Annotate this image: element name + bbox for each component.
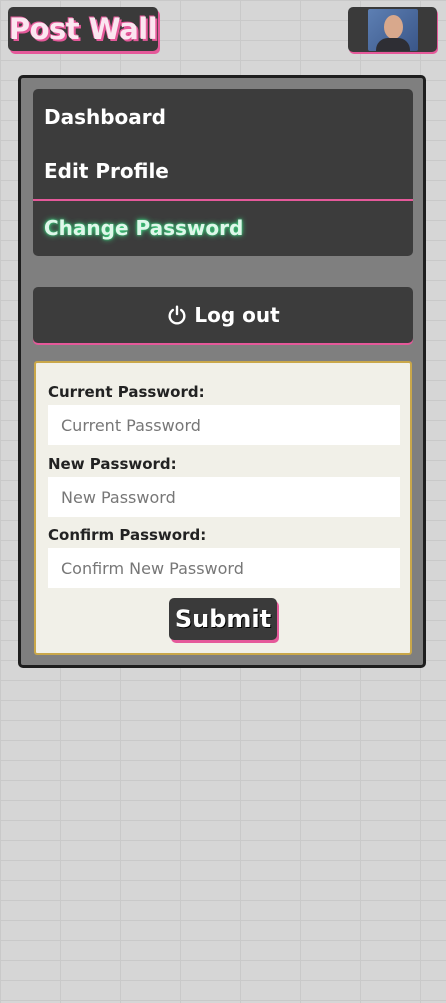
logout-label: Log out	[194, 303, 280, 327]
submit-button[interactable]: Submit	[169, 598, 277, 640]
nav-item-label: Edit Profile	[44, 159, 169, 183]
settings-nav: Dashboard Edit Profile Change Password	[33, 89, 413, 256]
nav-item-label: Change Password	[44, 216, 244, 240]
site-title: Post Wall	[8, 12, 158, 46]
power-icon	[168, 305, 186, 325]
confirm-password-label: Confirm Password:	[48, 526, 207, 544]
logout-button[interactable]: Log out	[33, 287, 413, 343]
user-avatar-button[interactable]	[348, 7, 437, 52]
nav-item-dashboard[interactable]: Dashboard	[33, 92, 413, 142]
site-logo[interactable]: Post Wall	[8, 7, 158, 51]
submit-label: Submit	[174, 605, 272, 633]
change-password-form: Current Password: New Password: Confirm …	[34, 361, 412, 655]
new-password-label: New Password:	[48, 455, 177, 473]
current-password-input[interactable]	[48, 405, 400, 445]
nav-divider	[33, 199, 413, 201]
nav-item-edit-profile[interactable]: Edit Profile	[33, 146, 413, 196]
nav-item-change-password[interactable]: Change Password	[33, 203, 413, 253]
nav-item-label: Dashboard	[44, 105, 166, 129]
settings-panel: Dashboard Edit Profile Change Password L…	[18, 75, 426, 668]
confirm-password-input[interactable]	[48, 548, 400, 588]
avatar	[367, 8, 418, 51]
current-password-label: Current Password:	[48, 383, 205, 401]
new-password-input[interactable]	[48, 477, 400, 517]
